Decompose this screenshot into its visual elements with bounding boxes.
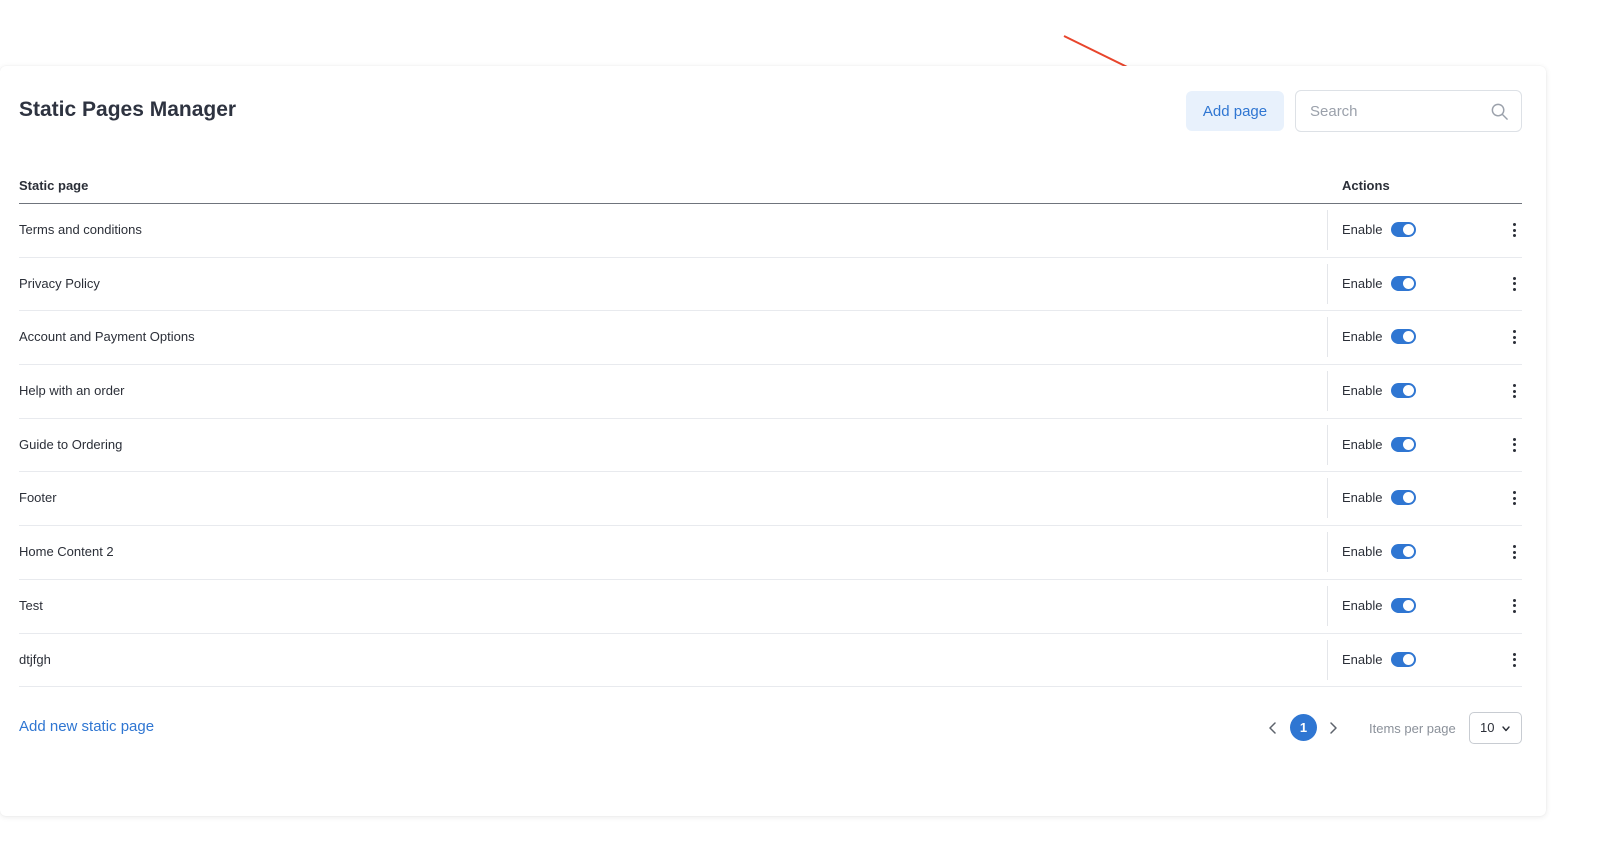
more-vertical-icon[interactable] [1509,652,1519,668]
table-body: Terms and conditions Enable Privacy Policy… [19,204,1522,688]
table-row: Home Content 2 Enable [19,526,1522,580]
column-divider [1327,532,1328,573]
enable-toggle[interactable] [1391,651,1416,667]
more-vertical-icon[interactable] [1509,598,1519,614]
page-title: Static Pages Manager [19,98,237,121]
more-vertical-icon[interactable] [1509,437,1519,453]
enable-toggle[interactable] [1391,490,1416,506]
enable-label: Enable [1342,329,1383,345]
more-vertical-icon[interactable] [1509,222,1519,238]
chevron-down-icon [1502,726,1510,732]
search-box [1295,90,1522,132]
column-divider [1327,585,1328,626]
enable-toggle[interactable] [1391,275,1416,291]
enable-toggle[interactable] [1391,329,1416,345]
enable-toggle[interactable] [1391,222,1416,237]
static-page-name[interactable]: Footer [19,490,57,505]
column-divider [1327,478,1328,519]
enable-toggle[interactable] [1391,597,1416,613]
table-row: Account and Payment Options Enable [19,311,1522,366]
enable-toggle[interactable] [1391,383,1416,399]
column-divider [1327,317,1328,358]
add-new-static-page-link[interactable]: Add new static page [19,718,154,735]
table-row: Help with an order Enable [19,365,1522,419]
page-number-current[interactable]: 1 [1290,714,1317,741]
enable-label: Enable [1342,597,1383,613]
static-page-name[interactable]: dtjfgh [19,652,51,667]
static-page-name[interactable]: Help with an order [19,383,125,398]
enable-label: Enable [1342,275,1383,291]
column-header-actions: Actions [1342,178,1390,193]
static-page-name[interactable]: Test [19,598,43,613]
enable-label: Enable [1342,222,1383,237]
enable-label: Enable [1342,651,1383,667]
search-icon[interactable] [1490,102,1509,121]
static-page-name[interactable]: Home Content 2 [19,544,114,559]
table-row: dtjfgh Enable [19,634,1522,688]
table-row: Guide to Ordering Enable [19,419,1522,473]
search-input[interactable] [1310,101,1480,121]
static-page-name[interactable]: Terms and conditions [19,222,142,237]
enable-label: Enable [1342,436,1383,452]
static-page-name[interactable]: Privacy Policy [19,276,100,291]
enable-label: Enable [1342,544,1383,560]
static-page-name[interactable]: Account and Payment Options [19,329,195,344]
table-row: Terms and conditions Enable [19,204,1522,258]
add-page-button[interactable]: Add page [1186,91,1284,131]
items-per-page-value: 10 [1480,720,1495,735]
column-divider [1327,371,1328,412]
column-divider [1327,424,1328,465]
items-per-page-label: Items per page [1369,721,1456,736]
items-per-page-select[interactable]: 10 [1469,712,1522,744]
static-pages-card: Static Pages Manager Add page Static pag… [0,66,1546,816]
more-vertical-icon[interactable] [1509,544,1519,560]
more-vertical-icon[interactable] [1509,329,1519,345]
column-divider [1327,639,1328,680]
more-vertical-icon[interactable] [1509,383,1519,399]
chevron-left-icon[interactable] [1265,720,1281,736]
enable-label: Enable [1342,383,1383,399]
chevron-right-icon[interactable] [1325,720,1341,736]
table-row: Footer Enable [19,472,1522,527]
static-page-name[interactable]: Guide to Ordering [19,437,122,452]
enable-toggle[interactable] [1391,436,1416,452]
table-header: Static page Actions [19,176,1522,204]
column-header-static-page: Static page [19,178,89,193]
more-vertical-icon[interactable] [1509,490,1519,506]
table-row: Test Enable [19,580,1522,634]
column-divider [1327,263,1328,304]
enable-label: Enable [1342,490,1383,506]
table-row: Privacy Policy Enable [19,258,1522,312]
more-vertical-icon[interactable] [1509,276,1519,292]
enable-toggle[interactable] [1391,544,1416,560]
column-divider [1327,210,1328,250]
